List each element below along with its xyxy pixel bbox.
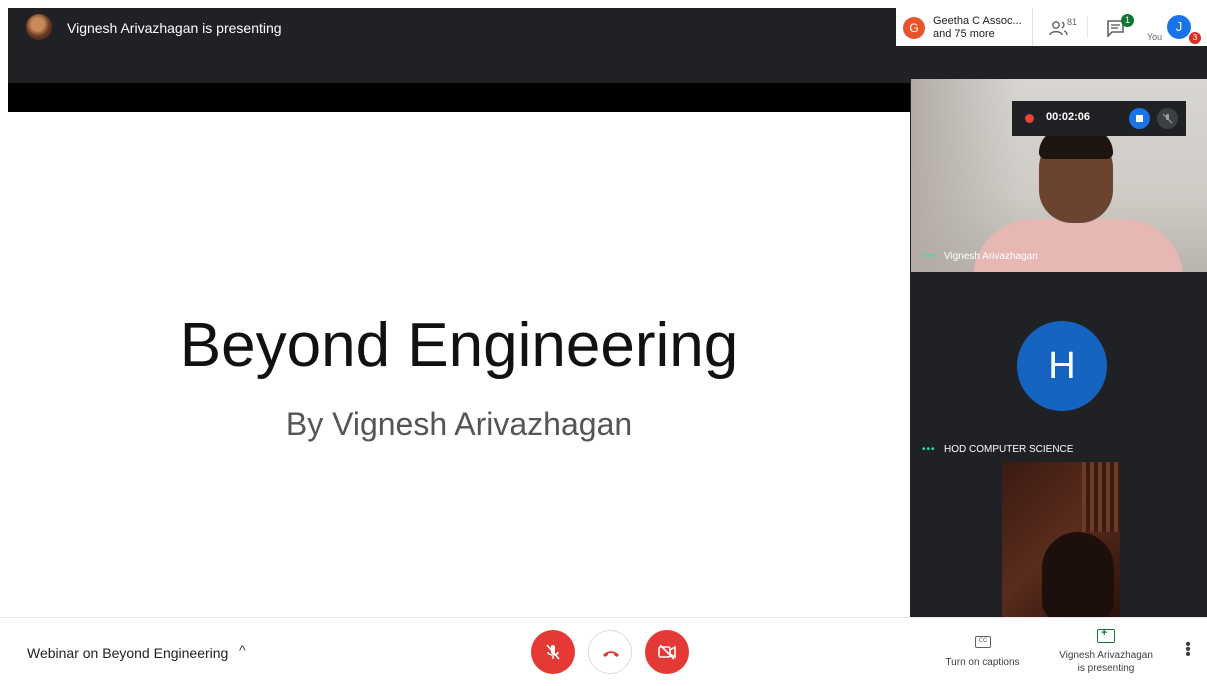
stop-recording-button[interactable] bbox=[1129, 108, 1150, 129]
captions-icon[interactable]: CC bbox=[975, 636, 991, 648]
chevron-up-icon[interactable]: ^ bbox=[239, 642, 246, 658]
divider bbox=[1032, 8, 1033, 46]
slide-top-band bbox=[8, 83, 910, 112]
audio-indicator-icon: ••• bbox=[922, 444, 936, 455]
audio-indicator-icon: ••• bbox=[922, 251, 936, 262]
you-label: You bbox=[1147, 32, 1163, 42]
participant-tile-hod[interactable]: H ••• HOD COMPUTER SCIENCE bbox=[911, 272, 1207, 462]
people-count: 81 bbox=[1067, 17, 1078, 27]
presenting-button-label[interactable]: Vignesh Arivazhagan is presenting bbox=[1051, 649, 1161, 675]
recording-bar: 00:02:06 bbox=[1012, 101, 1186, 136]
participant-preview-name: Geetha C Assoc... bbox=[933, 15, 1022, 27]
camera-off-icon bbox=[658, 644, 676, 660]
self-avatar[interactable]: J bbox=[1167, 15, 1191, 39]
presenting-status: Vignesh Arivazhagan is presenting bbox=[67, 20, 282, 36]
slide-title: Beyond Engineering bbox=[179, 311, 739, 380]
presenting-label-line2: is presenting bbox=[1077, 663, 1135, 674]
tile-name: Vignesh Arivazhagan bbox=[944, 251, 1038, 262]
tile-name: HOD COMPUTER SCIENCE bbox=[944, 444, 1074, 455]
people-icon[interactable] bbox=[1049, 20, 1069, 36]
slide-subtitle: By Vignesh Arivazhagan bbox=[285, 406, 633, 442]
captions-button-label[interactable]: Turn on captions bbox=[935, 657, 1030, 668]
self-badge: 3 bbox=[1189, 32, 1201, 44]
more-options-icon[interactable]: • • • bbox=[1183, 637, 1193, 663]
participant-avatar[interactable]: G bbox=[903, 17, 925, 39]
presenter-avatar bbox=[26, 14, 52, 40]
video-person-body bbox=[973, 219, 1183, 272]
mic-off-icon bbox=[546, 644, 560, 660]
leave-call-button[interactable] bbox=[588, 630, 632, 674]
chat-badge: 1 bbox=[1121, 14, 1134, 27]
participant-tile-presenter[interactable]: 00:02:06 ••• Vignesh Arivazhagan bbox=[911, 79, 1207, 272]
participant-preview-more: and 75 more bbox=[933, 28, 995, 40]
mic-off-icon[interactable] bbox=[1157, 108, 1178, 129]
bottom-control-bar: Webinar on Beyond Engineering ^ CC Turn … bbox=[0, 617, 1207, 686]
hang-up-icon bbox=[603, 651, 619, 657]
camera-toggle-button[interactable] bbox=[645, 630, 689, 674]
participant-avatar: H bbox=[1017, 321, 1107, 411]
mic-toggle-button[interactable] bbox=[531, 630, 575, 674]
video-person bbox=[1042, 532, 1114, 617]
participant-tile-video[interactable] bbox=[1002, 462, 1120, 617]
present-screen-icon[interactable] bbox=[1097, 627, 1115, 643]
record-dot-icon bbox=[1025, 114, 1034, 123]
participant-preview[interactable]: Geetha C Assoc... and 75 more bbox=[933, 15, 1033, 41]
divider bbox=[1087, 16, 1088, 38]
video-window-background bbox=[1082, 462, 1120, 532]
presenting-label-line1: Vignesh Arivazhagan bbox=[1059, 650, 1153, 661]
meeting-title[interactable]: Webinar on Beyond Engineering bbox=[27, 645, 228, 661]
presentation-slide: Beyond Engineering By Vignesh Arivazhaga… bbox=[8, 112, 910, 617]
recording-time: 00:02:06 bbox=[1046, 111, 1091, 123]
top-right-panel: G Geetha C Assoc... and 75 more 81 1 You… bbox=[896, 8, 1207, 46]
meet-window: Vignesh Arivazhagan is presenting G Geet… bbox=[8, 8, 1207, 617]
